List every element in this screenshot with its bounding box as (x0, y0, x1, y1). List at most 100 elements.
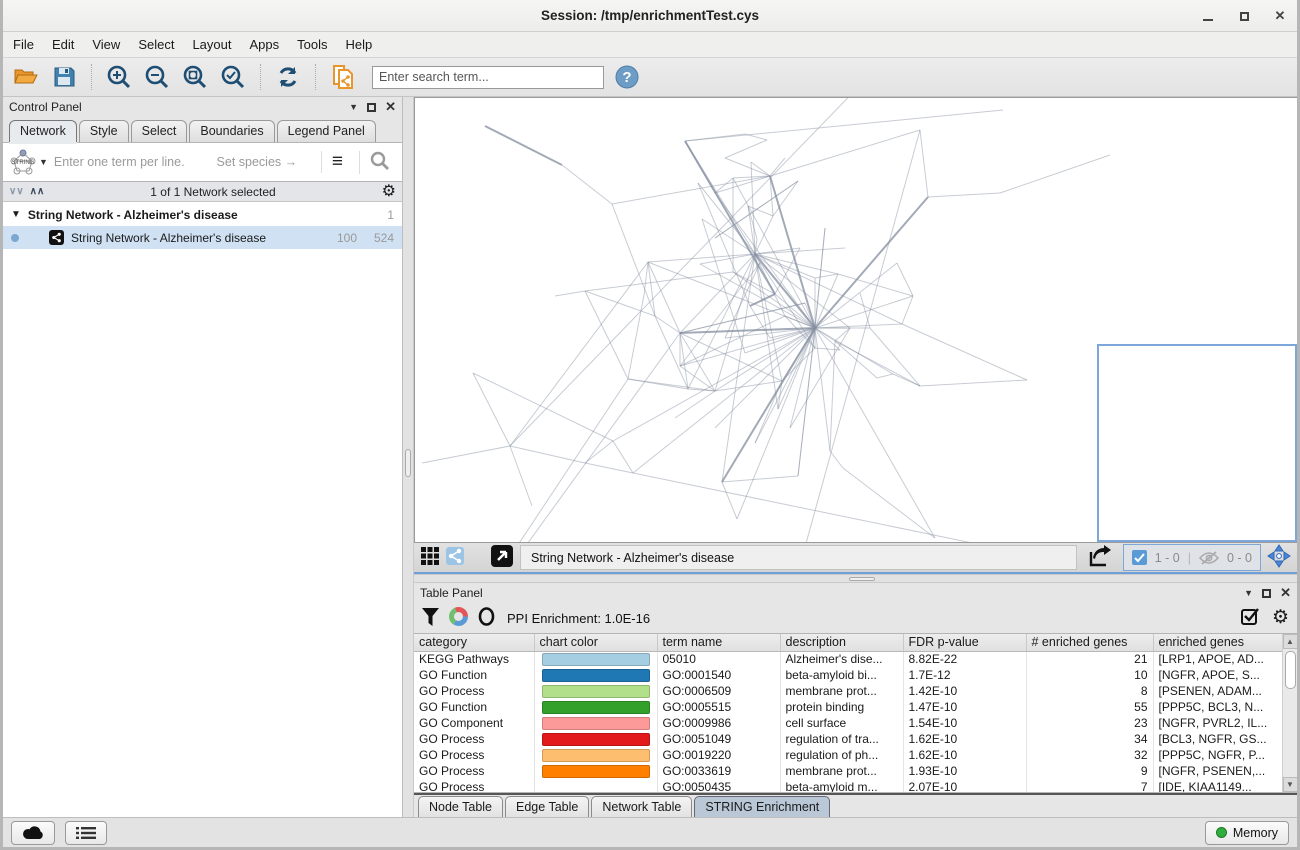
string-options-icon[interactable]: ≡ (321, 151, 353, 173)
minimize-button[interactable] (1201, 9, 1215, 23)
zoom-out-icon[interactable] (142, 62, 172, 92)
cell[interactable]: [NGFR, PSENEN,... (1153, 763, 1284, 779)
task-list-button[interactable] (65, 821, 107, 845)
save-session-icon[interactable] (49, 62, 79, 92)
cell[interactable]: [LRP1, APOE, AD... (1153, 651, 1284, 667)
chart-color-icon[interactable] (449, 607, 468, 629)
cell[interactable]: 1.42E-10 (903, 683, 1026, 699)
enrichment-settings-gear-icon[interactable]: ⚙ (1272, 611, 1289, 625)
splitter-handle[interactable] (405, 449, 411, 477)
maximize-button[interactable] (1237, 9, 1251, 23)
cell[interactable]: membrane prot... (780, 683, 903, 699)
column-header[interactable]: category (414, 634, 534, 651)
menu-apps[interactable]: Apps (250, 37, 280, 52)
zoom-in-icon[interactable] (104, 62, 134, 92)
zoom-selected-icon[interactable] (218, 62, 248, 92)
cell[interactable]: [PPP5C, NGFR, P... (1153, 747, 1284, 763)
tab-select[interactable]: Select (131, 120, 188, 142)
enrichment-row[interactable]: GO FunctionGO:0005515protein binding1.47… (414, 699, 1284, 715)
share-view-icon[interactable] (446, 547, 464, 568)
column-header[interactable]: enriched genes (1153, 634, 1284, 651)
control-panel-close-icon[interactable]: ✕ (385, 102, 396, 112)
cell[interactable]: protein binding (780, 699, 903, 715)
cell[interactable]: beta-amyloid bi... (780, 667, 903, 683)
close-button[interactable]: ✕ (1273, 9, 1287, 23)
cell[interactable]: 2.07E-10 (903, 779, 1026, 793)
column-header[interactable]: FDR p-value (903, 634, 1026, 651)
enrichment-grid[interactable]: categorychart colorterm namedescriptionF… (414, 634, 1285, 793)
chart-color-cell[interactable] (534, 779, 657, 793)
birdseye-view[interactable] (1097, 344, 1297, 542)
cell[interactable]: GO Component (414, 715, 534, 731)
cell[interactable]: GO Process (414, 763, 534, 779)
cell[interactable]: regulation of ph... (780, 747, 903, 763)
cell[interactable]: [BCL3, NGFR, GS... (1153, 731, 1284, 747)
string-species-hint[interactable]: Set species → (217, 155, 315, 169)
table-panel-float-icon[interactable] (1262, 589, 1271, 598)
export-network-icon[interactable] (1087, 544, 1113, 571)
scroll-down-icon[interactable]: ▼ (1283, 777, 1298, 792)
cell[interactable]: 1.54E-10 (903, 715, 1026, 731)
cell[interactable]: 1.47E-10 (903, 699, 1026, 715)
cell[interactable]: 32 (1026, 747, 1153, 763)
cell[interactable]: 8 (1026, 683, 1153, 699)
cell[interactable]: GO:0001540 (657, 667, 780, 683)
chart-color-cell[interactable] (534, 651, 657, 667)
enrichment-row[interactable]: GO ProcessGO:0019220regulation of ph...1… (414, 747, 1284, 763)
cell[interactable]: 10 (1026, 667, 1153, 683)
select-rows-icon[interactable] (1241, 607, 1260, 629)
search-input[interactable] (372, 66, 604, 89)
collapse-all-icon[interactable]: ∨∨ (9, 186, 24, 197)
cell[interactable]: GO Function (414, 667, 534, 683)
enrichment-row[interactable]: GO ProcessGO:0050435beta-amyloid m...2.0… (414, 779, 1284, 793)
network-row[interactable]: String Network - Alzheimer's disease 100… (3, 226, 402, 249)
control-panel-menu-icon[interactable]: ▼ (349, 102, 358, 112)
menu-help[interactable]: Help (346, 37, 373, 52)
tab-style[interactable]: Style (79, 120, 129, 142)
network-canvas[interactable] (414, 97, 1297, 543)
cell[interactable]: KEGG Pathways (414, 651, 534, 667)
chart-color-cell[interactable] (534, 715, 657, 731)
chart-color-cell[interactable] (534, 699, 657, 715)
chart-color-cell[interactable] (534, 747, 657, 763)
table-panel-menu-icon[interactable]: ▼ (1244, 588, 1253, 598)
cell[interactable]: 1.62E-10 (903, 731, 1026, 747)
cell[interactable]: GO Process (414, 731, 534, 747)
tab-string-enrichment[interactable]: STRING Enrichment (694, 796, 830, 817)
cell[interactable]: GO:0005515 (657, 699, 780, 715)
cell[interactable]: GO:0033619 (657, 763, 780, 779)
open-session-icon[interactable] (11, 62, 41, 92)
enrichment-row[interactable]: GO ComponentGO:0009986cell surface1.54E-… (414, 715, 1284, 731)
menu-file[interactable]: File (13, 37, 34, 52)
tab-boundaries[interactable]: Boundaries (189, 120, 274, 142)
cell[interactable]: GO:0019220 (657, 747, 780, 763)
tab-network[interactable]: Network (9, 120, 77, 142)
chart-color-cell[interactable] (534, 683, 657, 699)
column-header[interactable]: chart color (534, 634, 657, 651)
chart-color-cell[interactable] (534, 731, 657, 747)
vertical-splitter[interactable] (403, 97, 414, 817)
column-header[interactable]: term name (657, 634, 780, 651)
cell[interactable]: GO:0050435 (657, 779, 780, 793)
detach-view-icon[interactable] (490, 544, 514, 571)
navigator-icon[interactable] (1267, 544, 1291, 571)
table-scrollbar[interactable]: ▲ ▼ (1282, 634, 1297, 792)
enrichment-row[interactable]: GO ProcessGO:0033619membrane prot...1.93… (414, 763, 1284, 779)
chart-color-cell[interactable] (534, 667, 657, 683)
zoom-fit-icon[interactable] (180, 62, 210, 92)
table-header-row[interactable]: categorychart colorterm namedescriptionF… (414, 634, 1284, 651)
string-search-placeholder[interactable]: Enter one term per line. (54, 155, 185, 169)
cell[interactable]: GO Process (414, 779, 534, 793)
hsplitter-handle[interactable] (849, 577, 875, 581)
string-search-icon[interactable] (359, 151, 396, 174)
column-header[interactable]: description (780, 634, 903, 651)
cell[interactable]: 1.62E-10 (903, 747, 1026, 763)
cell[interactable]: 05010 (657, 651, 780, 667)
enrichment-row[interactable]: GO Function GO:0001540beta-amyloid bi... 1… (414, 667, 1284, 683)
cell[interactable]: 8.82E-22 (903, 651, 1026, 667)
cell[interactable]: 21 (1026, 651, 1153, 667)
cell[interactable]: regulation of tra... (780, 731, 903, 747)
cell[interactable]: Alzheimer's dise... (780, 651, 903, 667)
cell[interactable]: [PPP5C, BCL3, N... (1153, 699, 1284, 715)
cloud-button[interactable] (11, 821, 55, 845)
